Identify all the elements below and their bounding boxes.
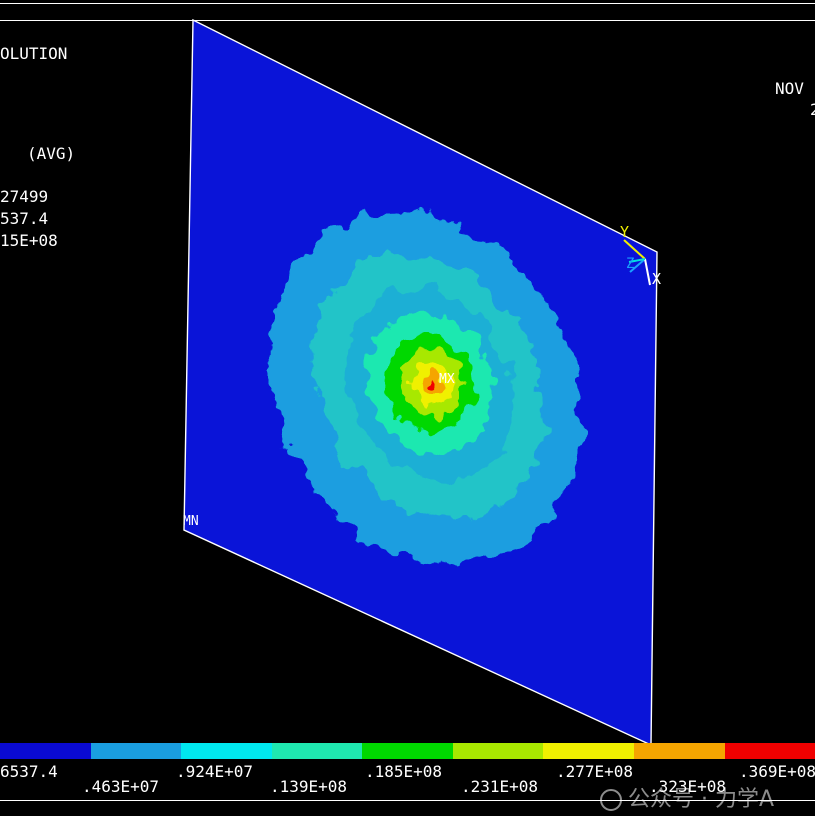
- watermark: 公众号 · 力学A: [586, 756, 774, 813]
- legend-label-top-1: 6537.4: [0, 762, 58, 781]
- contour-plot: MX MN Y Z X: [183, 18, 661, 747]
- legend-label-bottom-1: .463E+07: [82, 777, 160, 796]
- legend-swatch-6: [452, 743, 544, 759]
- contour-band-9: [430, 380, 438, 388]
- mn-marker-label: MN: [183, 514, 199, 529]
- triad-z-label: Z: [626, 256, 634, 272]
- legend-label-top-2: .924E+07: [176, 762, 254, 781]
- legend-label-top-3: .185E+08: [365, 762, 443, 781]
- legend-swatch-5: [362, 743, 453, 759]
- watermark-text: 公众号 · 力学A: [628, 787, 775, 812]
- wechat-icon: [600, 789, 622, 811]
- triad-x-label: X: [652, 270, 661, 288]
- legend-swatch-4: [271, 743, 363, 759]
- triad-y-label: Y: [620, 223, 629, 241]
- legend-swatch-2: [90, 743, 182, 759]
- legend-label-bottom-3: .231E+08: [461, 777, 539, 796]
- legend-swatch-1: [0, 743, 91, 759]
- mx-marker-label: MX: [439, 372, 455, 387]
- legend-label-bottom-2: .139E+08: [270, 777, 348, 796]
- legend-swatch-3: [181, 743, 272, 759]
